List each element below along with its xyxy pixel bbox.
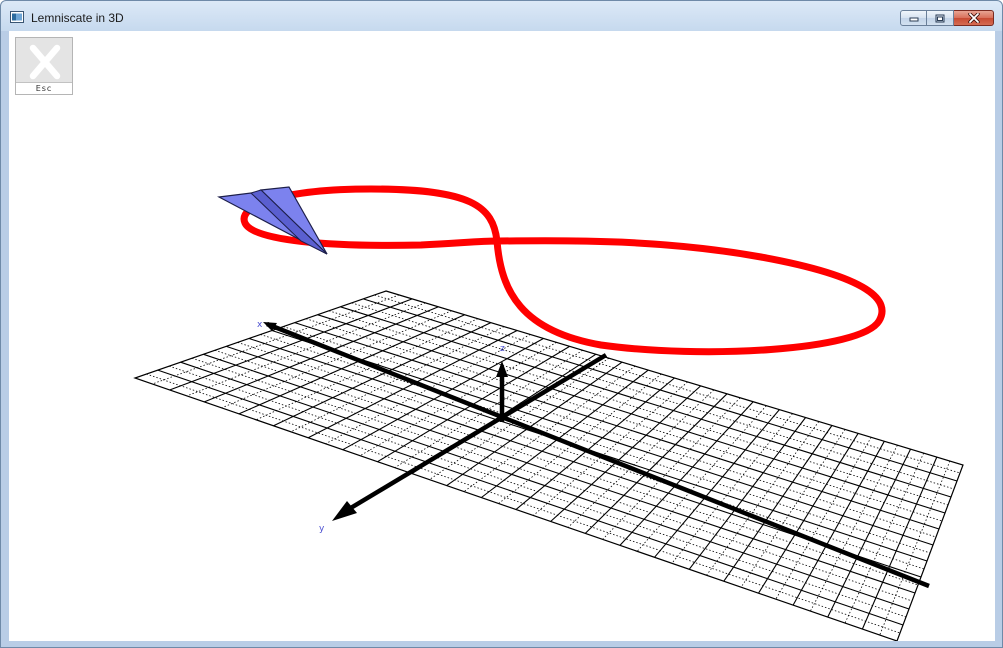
ground-grid-major [157, 298, 958, 630]
grid-line [317, 314, 946, 514]
close-icon [967, 13, 980, 23]
minimize-button[interactable] [900, 10, 927, 26]
grid-line [706, 421, 820, 576]
maximize-icon [935, 14, 945, 22]
caption-buttons [900, 10, 994, 28]
esc-button[interactable]: Esc [15, 37, 73, 95]
x-axis-label: x [257, 320, 263, 330]
app-icon [10, 11, 24, 23]
x-axis [266, 321, 930, 589]
grid-line [515, 377, 675, 510]
grid-line [157, 369, 904, 626]
grid-line [180, 361, 910, 610]
grid-line [169, 298, 413, 391]
graphics-canvas[interactable]: x z y Esc [9, 31, 995, 641]
minimize-icon [909, 17, 918, 22]
paper-airplane [217, 186, 328, 255]
lemniscate-curve [240, 185, 886, 356]
maximize-button[interactable] [927, 10, 954, 26]
grid-line [584, 393, 728, 534]
3d-scene[interactable]: x z y [9, 31, 995, 641]
close-x-icon [29, 44, 61, 80]
app-window: Lemniscate in 3D x z y Esc [0, 0, 1003, 648]
esc-label: Esc [16, 82, 72, 94]
grid-line [671, 413, 793, 564]
grid-line [186, 302, 426, 397]
grid-line [792, 441, 885, 606]
grid-line [204, 306, 439, 403]
grid-line [550, 385, 702, 522]
grid-line [602, 397, 741, 540]
close-button[interactable] [954, 10, 994, 26]
window-title: Lemniscate in 3D [31, 11, 124, 25]
z-axis-label: z [500, 344, 505, 354]
y-axis-label: y [319, 524, 325, 534]
grid-line [203, 353, 916, 594]
title-bar[interactable]: Lemniscate in 3D [1, 1, 1002, 31]
